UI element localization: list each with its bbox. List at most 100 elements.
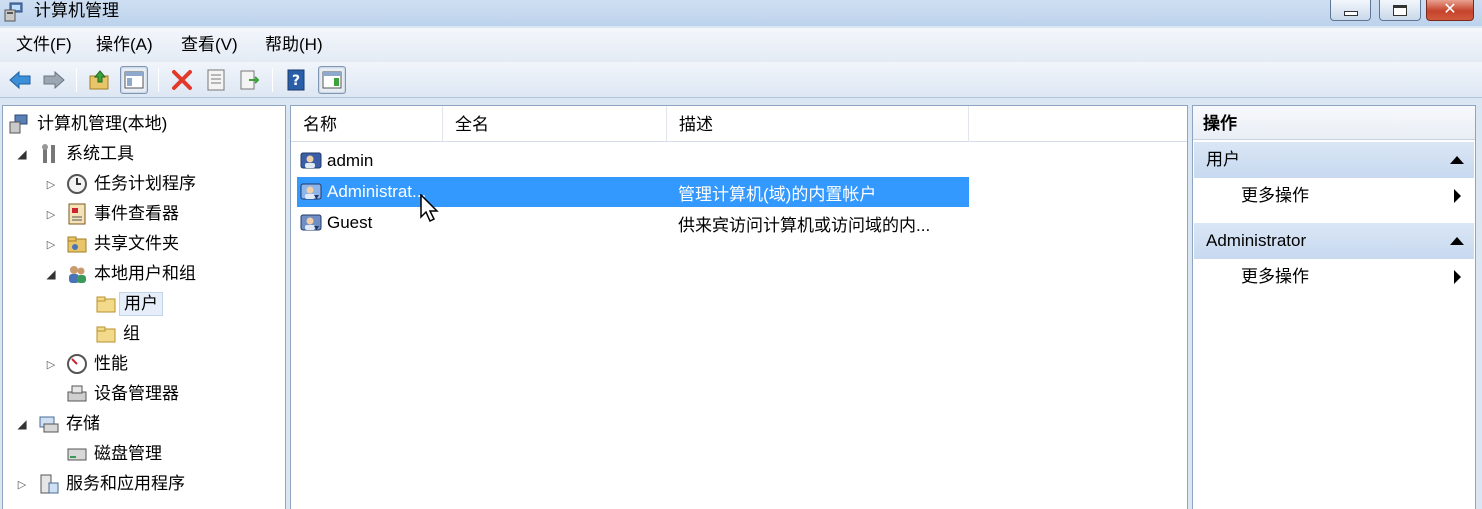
expand-arrow-icon[interactable]: ▷ xyxy=(45,178,57,191)
expand-arrow-icon[interactable]: ▷ xyxy=(45,238,57,251)
collapse-triangle-icon[interactable] xyxy=(1450,237,1464,245)
menu-bar: 文件(F) 操作(A) 查看(V) 帮助(H) xyxy=(0,28,1482,62)
section-header-label: Administrator xyxy=(1206,231,1307,250)
tree-label: 共享文件夹 xyxy=(94,234,179,253)
tree-root-label: 计算机管理(本地) xyxy=(37,114,168,133)
help-button[interactable]: ? xyxy=(282,66,310,94)
tree-label: 用户 xyxy=(119,292,163,316)
disk-icon xyxy=(66,443,88,465)
tree-label: 事件查看器 xyxy=(94,204,179,223)
properties-button[interactable] xyxy=(202,66,230,94)
toolbar-separator xyxy=(272,68,273,92)
device-manager-icon xyxy=(66,383,88,405)
mouse-pointer-icon xyxy=(419,193,441,229)
tree-event-viewer[interactable]: 事件查看器 xyxy=(66,200,179,228)
expand-arrow-icon[interactable]: ▷ xyxy=(45,358,57,371)
maximize-button[interactable] xyxy=(1379,0,1421,21)
actions-section-administrator[interactable]: Administrator xyxy=(1194,223,1474,259)
tree-label: 设备管理器 xyxy=(94,384,179,403)
cell-name: admin xyxy=(327,151,374,170)
folder-icon xyxy=(95,323,117,345)
help-icon: ? xyxy=(287,69,305,91)
user-list-view: 名称 全名 描述 admin Administrat... 管理计算机(域)的内… xyxy=(290,105,1188,509)
tools-icon xyxy=(38,143,60,165)
actions-title: 操作 xyxy=(1193,106,1475,140)
cell-description: 管理计算机(域)的内置帐户 xyxy=(678,184,877,204)
svg-text:?: ? xyxy=(292,73,300,89)
performance-gauge-icon xyxy=(66,353,88,375)
list-item-selected[interactable]: Administrat... 管理计算机(域)的内置帐户 xyxy=(297,177,969,207)
user-icon xyxy=(299,181,323,203)
more-actions-item[interactable]: 更多操作 xyxy=(1241,266,1309,288)
tree-storage[interactable]: 存储 xyxy=(38,410,100,438)
navigation-tree: 计算机管理(本地) ◢ 系统工具 ▷ 任务计划程序 ▷ 事件查看器 ▷ 共享文件… xyxy=(2,105,286,509)
delete-icon xyxy=(172,70,192,90)
tree-task-scheduler[interactable]: 任务计划程序 xyxy=(66,170,196,198)
forward-button[interactable] xyxy=(40,66,68,94)
tree-device-manager[interactable]: 设备管理器 xyxy=(66,380,179,408)
list-item[interactable]: Guest 供来宾访问计算机或访问域的内... xyxy=(297,208,969,238)
minimize-button[interactable] xyxy=(1330,0,1371,21)
tree-performance[interactable]: 性能 xyxy=(66,350,128,378)
tree-groups[interactable]: 组 xyxy=(95,320,140,348)
cell-name: Guest xyxy=(327,213,373,232)
menu-file[interactable]: 文件(F) xyxy=(16,34,72,56)
tree-shared-folders[interactable]: 共享文件夹 xyxy=(66,230,179,258)
expand-arrow-icon[interactable]: ▷ xyxy=(45,208,57,221)
column-header-name[interactable]: 名称 xyxy=(291,106,443,142)
up-button[interactable] xyxy=(86,66,114,94)
window-title: 计算机管理 xyxy=(34,1,119,20)
toolbar-separator xyxy=(158,68,159,92)
user-icon xyxy=(299,150,323,172)
menu-action[interactable]: 操作(A) xyxy=(96,34,153,56)
tree-local-users-groups[interactable]: 本地用户和组 xyxy=(66,260,196,288)
export-list-button[interactable] xyxy=(236,66,264,94)
delete-button[interactable] xyxy=(168,66,196,94)
tree-label: 性能 xyxy=(94,354,128,373)
collapse-arrow-icon[interactable]: ◢ xyxy=(45,267,57,281)
properties-icon xyxy=(207,69,225,91)
more-actions-item[interactable]: 更多操作 xyxy=(1241,185,1309,207)
tree-system-tools[interactable]: 系统工具 xyxy=(38,140,134,168)
column-header-description[interactable]: 描述 xyxy=(667,106,969,142)
tree-label: 服务和应用程序 xyxy=(66,474,185,493)
actions-section-users[interactable]: 用户 xyxy=(1194,142,1474,178)
menu-help[interactable]: 帮助(H) xyxy=(265,34,323,56)
expand-arrow-icon[interactable]: ▷ xyxy=(16,478,28,491)
tree-services-apps[interactable]: 服务和应用程序 xyxy=(38,470,185,498)
submenu-arrow-icon[interactable] xyxy=(1454,189,1461,203)
tree-users[interactable]: 用户 xyxy=(95,290,163,318)
toolbar: ? xyxy=(0,62,1482,98)
computer-management-icon xyxy=(4,2,26,22)
collapse-arrow-icon[interactable]: ◢ xyxy=(16,147,28,161)
menu-view[interactable]: 查看(V) xyxy=(181,34,238,56)
collapse-triangle-icon[interactable] xyxy=(1450,156,1464,164)
maximize-icon xyxy=(1393,4,1407,16)
event-viewer-icon xyxy=(66,203,88,225)
back-icon xyxy=(9,70,31,90)
submenu-arrow-icon[interactable] xyxy=(1454,270,1461,284)
actions-pane: 操作 用户 更多操作 Administrator 更多操作 xyxy=(1192,105,1476,509)
clock-icon xyxy=(66,173,88,195)
column-header-fullname[interactable]: 全名 xyxy=(443,106,667,142)
back-button[interactable] xyxy=(6,66,34,94)
tree-label: 磁盘管理 xyxy=(94,444,162,463)
users-group-icon xyxy=(66,263,88,285)
tree-disk-management[interactable]: 磁盘管理 xyxy=(66,440,162,468)
tree-root[interactable]: 计算机管理(本地) xyxy=(9,110,167,138)
show-hide-tree-button[interactable] xyxy=(120,66,148,94)
forward-icon xyxy=(43,70,65,90)
window-border xyxy=(1476,98,1482,509)
tree-label: 存储 xyxy=(66,414,100,433)
user-icon xyxy=(299,212,323,234)
list-item[interactable]: admin xyxy=(297,146,969,176)
tree-label: 系统工具 xyxy=(66,144,134,163)
collapse-arrow-icon[interactable]: ◢ xyxy=(16,417,28,431)
show-hide-action-pane-button[interactable] xyxy=(318,66,346,94)
tree-label: 组 xyxy=(123,324,140,343)
export-list-icon xyxy=(240,70,260,90)
minimize-icon xyxy=(1343,10,1358,16)
close-button[interactable]: ✕ xyxy=(1426,0,1474,21)
services-icon xyxy=(38,473,60,495)
toolbar-separator xyxy=(76,68,77,92)
